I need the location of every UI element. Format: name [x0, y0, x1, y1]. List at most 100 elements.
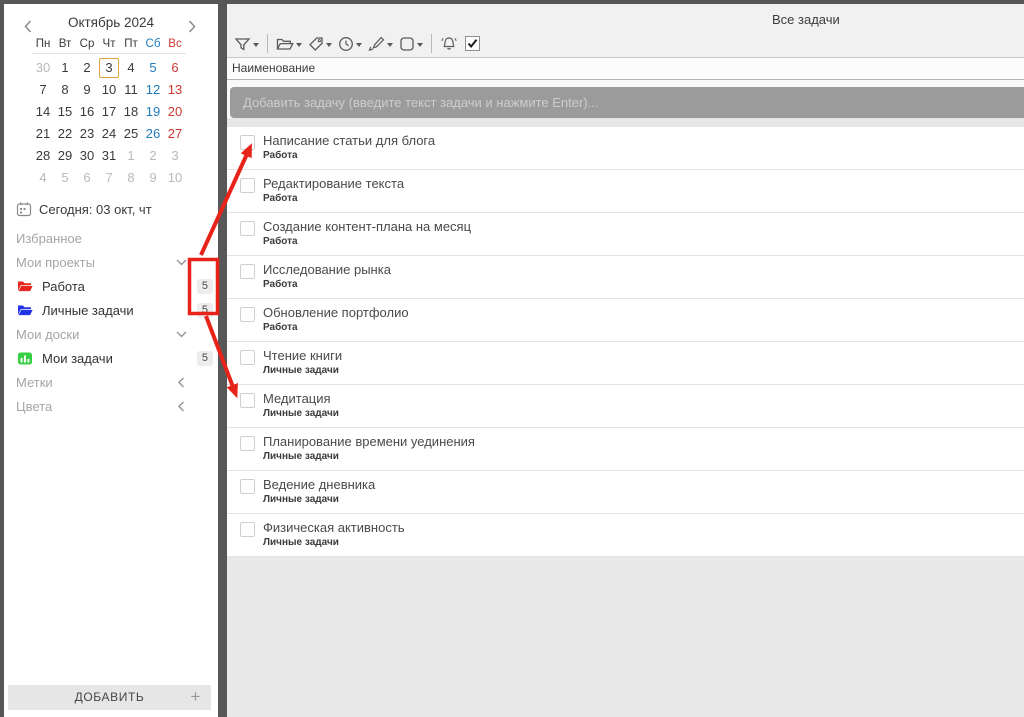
calendar-day[interactable]: 25 [120, 123, 142, 145]
calendar-day[interactable]: 22 [54, 123, 76, 145]
calendar-day[interactable]: 20 [164, 101, 186, 123]
sidebar-section-my-boards[interactable]: Мои доски [4, 322, 218, 346]
complete-toggle-button[interactable] [461, 33, 484, 54]
task-list: Написание статьи для блога Работа Редакт… [227, 127, 1024, 557]
calendar-day-number: 21 [35, 126, 51, 141]
calendar: Октябрь 2024 Пн Вт Ср Чт Пт Сб Вс 30 1 2 3 4 5 6 7 8 9 1… [4, 10, 218, 189]
task-checkbox[interactable] [240, 264, 255, 279]
schedule-button[interactable] [335, 34, 365, 54]
calendar-day[interactable]: 16 [76, 101, 98, 123]
calendar-day[interactable]: 17 [98, 101, 120, 123]
task-checkbox[interactable] [240, 307, 255, 322]
reminder-button[interactable] [437, 33, 461, 54]
sidebar-section-tags[interactable]: Метки [4, 370, 218, 394]
task-row[interactable]: Физическая активность Личные задачи [227, 514, 1024, 557]
task-row[interactable]: Медитация Личные задачи [227, 385, 1024, 428]
task-checkbox[interactable] [240, 350, 255, 365]
calendar-day[interactable]: 8 [120, 167, 142, 189]
task-row[interactable]: Обновление портфолио Работа [227, 299, 1024, 342]
task-row[interactable]: Исследование рынка Работа [227, 256, 1024, 299]
task-checkbox[interactable] [240, 436, 255, 451]
calendar-day[interactable]: 6 [76, 167, 98, 189]
calendar-day[interactable]: 14 [32, 101, 54, 123]
calendar-day[interactable]: 23 [76, 123, 98, 145]
calendar-day[interactable]: 10 [164, 167, 186, 189]
calendar-prev-month-button[interactable] [24, 16, 32, 42]
calendar-day[interactable]: 4 [120, 57, 142, 79]
sidebar-section-my-projects[interactable]: Мои проекты [4, 250, 218, 274]
calendar-day[interactable]: 13 [164, 79, 186, 101]
calendar-day[interactable]: 21 [32, 123, 54, 145]
task-row[interactable]: Планирование времени уединения Личные за… [227, 428, 1024, 471]
color-button[interactable] [365, 34, 396, 54]
task-checkbox[interactable] [240, 479, 255, 494]
task-row[interactable]: Чтение книги Личные задачи [227, 342, 1024, 385]
calendar-day[interactable]: 26 [142, 123, 164, 145]
add-project-button[interactable]: ДОБАВИТЬ + [8, 685, 211, 710]
calendar-day[interactable]: 19 [142, 101, 164, 123]
calendar-day[interactable]: 8 [54, 79, 76, 101]
calendar-day[interactable]: 15 [54, 101, 76, 123]
task-checkbox[interactable] [240, 221, 255, 236]
task-checkbox[interactable] [240, 178, 255, 193]
calendar-day[interactable]: 4 [32, 167, 54, 189]
calendar-day[interactable]: 30 [76, 145, 98, 167]
task-title: Редактирование текста [263, 176, 405, 191]
calendar-day[interactable]: 10 [98, 79, 120, 101]
calendar-day[interactable]: 7 [98, 167, 120, 189]
move-to-project-button[interactable] [273, 34, 305, 53]
sidebar-item-board-moi-zadachi[interactable]: Мои задачи 5 [4, 346, 218, 370]
status-button[interactable] [396, 34, 426, 54]
task-checkbox[interactable] [240, 393, 255, 408]
calendar-day-number: 29 [57, 148, 73, 163]
calendar-day[interactable]: 2 [142, 145, 164, 167]
sidebar-section-colors[interactable]: Цвета [4, 394, 218, 418]
calendar-day[interactable]: 6 [164, 57, 186, 79]
sidebar-item-today[interactable]: Сегодня: 03 окт, чт [16, 198, 218, 220]
calendar-day[interactable]: 11 [120, 79, 142, 101]
column-header-name[interactable]: Наименование [227, 58, 1024, 80]
calendar-day[interactable]: 9 [142, 167, 164, 189]
calendar-day[interactable]: 18 [120, 101, 142, 123]
calendar-day[interactable]: 24 [98, 123, 120, 145]
calendar-day[interactable]: 31 [98, 145, 120, 167]
tag-button[interactable] [305, 34, 335, 54]
chevron-left-icon [178, 401, 185, 412]
task-row[interactable]: Создание контент-плана на месяц Работа [227, 213, 1024, 256]
sidebar-section-favorites[interactable]: Избранное [4, 226, 218, 250]
task-row[interactable]: Ведение дневника Личные задачи [227, 471, 1024, 514]
calendar-day[interactable]: 3 [98, 57, 120, 79]
calendar-day[interactable]: 1 [54, 57, 76, 79]
brush-icon [368, 36, 385, 51]
filter-icon [234, 37, 251, 51]
calendar-day[interactable]: 5 [142, 57, 164, 79]
task-row[interactable]: Редактирование текста Работа [227, 170, 1024, 213]
task-checkbox[interactable] [240, 135, 255, 150]
tag-icon [309, 36, 323, 51]
add-task-input[interactable]: Добавить задачу (введите текст задачи и … [230, 87, 1024, 118]
calendar-next-month-button[interactable] [188, 16, 196, 42]
calendar-day[interactable]: 3 [164, 145, 186, 167]
calendar-day-number: 31 [101, 148, 117, 163]
sidebar-divider[interactable] [218, 0, 227, 717]
calendar-day[interactable]: 2 [76, 57, 98, 79]
calendar-day[interactable]: 12 [142, 79, 164, 101]
sidebar-item-project-rabota[interactable]: Работа 5 [4, 274, 218, 298]
calendar-day[interactable]: 28 [32, 145, 54, 167]
calendar-day-number: 12 [145, 82, 161, 97]
calendar-day[interactable]: 1 [120, 145, 142, 167]
sidebar-item-project-lichnye-zadachi[interactable]: Личные задачи 5 [4, 298, 218, 322]
calendar-day-number: 2 [83, 60, 91, 75]
calendar-day[interactable]: 7 [32, 79, 54, 101]
calendar-day[interactable]: 29 [54, 145, 76, 167]
filter-button[interactable] [231, 34, 262, 54]
calendar-day-number: 24 [101, 126, 117, 141]
calendar-day-number: 7 [39, 82, 47, 97]
task-row[interactable]: Написание статьи для блога Работа [227, 127, 1024, 170]
calendar-day[interactable]: 27 [164, 123, 186, 145]
calendar-day[interactable]: 30 [32, 57, 54, 79]
task-checkbox[interactable] [240, 522, 255, 537]
weekday-label: Сб [145, 38, 161, 50]
calendar-day[interactable]: 9 [76, 79, 98, 101]
calendar-day[interactable]: 5 [54, 167, 76, 189]
